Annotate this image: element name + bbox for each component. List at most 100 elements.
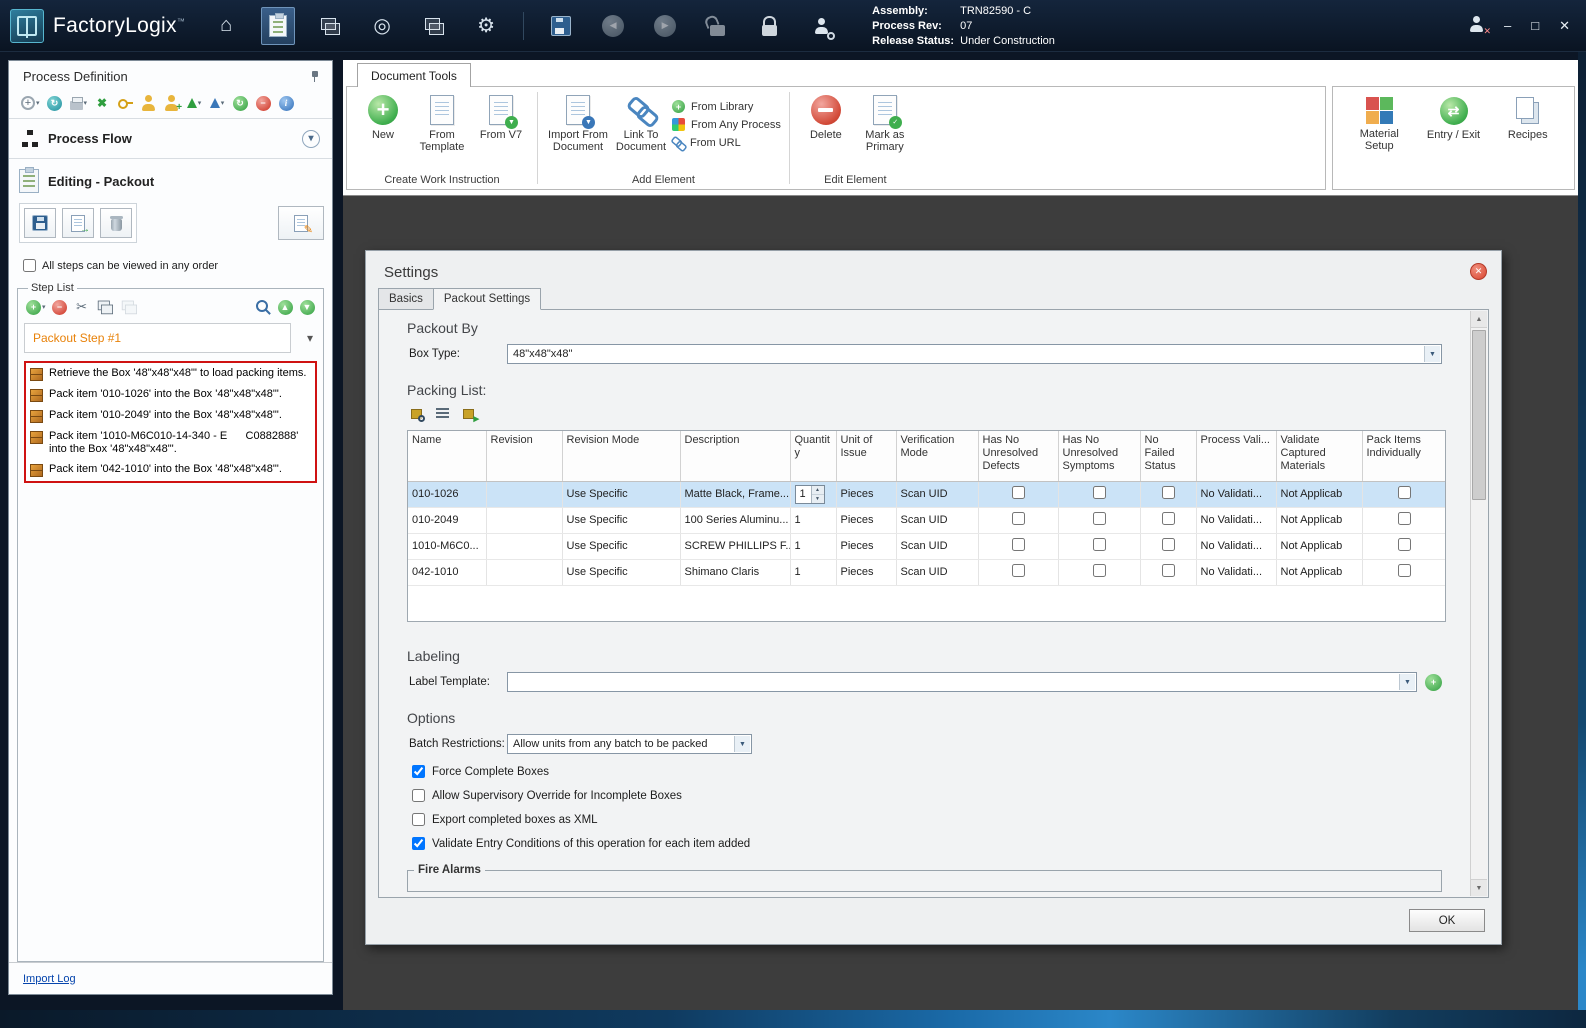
column-header[interactable]: Revision Mode [562, 431, 681, 482]
process-definition-icon[interactable] [261, 6, 296, 45]
step-instruction[interactable]: Pack item '1010-M6C010-14-340 - E C08828… [30, 430, 311, 456]
material-setup-button[interactable]: Material Setup [1351, 94, 1407, 189]
copy-step-icon[interactable] [96, 298, 114, 316]
batch-restrictions-select[interactable]: Allow units from any batch to be packed ▼ [507, 734, 752, 754]
supervisory-override-checkbox[interactable] [412, 789, 425, 802]
packing-row[interactable]: 010-2049 Use Specific 100 Series Aluminu… [408, 507, 1445, 534]
tab-packout-settings[interactable]: Packout Settings [432, 288, 542, 310]
logout-user-icon[interactable]: ✕ [1469, 16, 1491, 36]
spin-up-icon[interactable]: ▲ [811, 485, 824, 495]
save-icon[interactable] [544, 7, 578, 45]
import-log-link[interactable]: Import Log [23, 973, 76, 985]
item-list-icon[interactable] [433, 405, 452, 423]
import-from-document-button[interactable]: ▼ Import From Document [546, 92, 610, 153]
delete-step-button[interactable] [100, 208, 132, 238]
print-icon[interactable]: ▾ [69, 94, 87, 112]
no-symptoms-checkbox[interactable] [1092, 486, 1106, 499]
column-header[interactable]: Pack Items Individually [1362, 431, 1445, 482]
no-failed-checkbox[interactable] [1161, 564, 1175, 577]
add-step-icon[interactable]: + ▾ [26, 298, 46, 316]
remove-step-icon[interactable]: − [52, 298, 68, 316]
no-symptoms-checkbox[interactable] [1092, 538, 1106, 551]
cut-step-icon[interactable]: ✂ [74, 298, 90, 316]
pin-icon[interactable] [310, 70, 320, 83]
move-up-icon[interactable]: ▲ [277, 298, 293, 316]
dialog-close-icon[interactable]: ✕ [1470, 263, 1487, 280]
find-step-icon[interactable] [255, 298, 271, 316]
no-failed-checkbox[interactable] [1161, 486, 1175, 499]
dispatch-icon[interactable]: ◎ [365, 7, 399, 45]
column-header[interactable]: Verification Mode [896, 431, 979, 482]
recipes-button[interactable]: Recipes [1500, 94, 1556, 189]
column-header[interactable]: Unit of Issue [836, 431, 897, 482]
column-header[interactable]: No Failed Status [1140, 431, 1197, 482]
mark-as-primary-button[interactable]: ✓ Mark as Primary [857, 92, 913, 153]
no-failed-checkbox[interactable] [1161, 538, 1175, 551]
column-header[interactable]: Has No Unresolved Defects [978, 431, 1059, 482]
pack-individually-checkbox[interactable] [1398, 512, 1411, 525]
user-audit-icon[interactable] [804, 7, 838, 45]
entry-exit-button[interactable]: ⇄ Entry / Exit [1426, 94, 1482, 189]
redo-icon[interactable]: ▶ [648, 7, 682, 45]
column-header[interactable]: Quantity [790, 431, 837, 482]
no-symptoms-checkbox[interactable] [1092, 512, 1106, 525]
production-icon[interactable] [313, 7, 347, 45]
add-label-template-icon[interactable]: + [1425, 673, 1442, 691]
packing-row[interactable]: 010-1026 Use Specific Matte Black, Frame… [408, 481, 1445, 508]
force-complete-boxes-checkbox[interactable] [412, 765, 425, 778]
key-icon[interactable] [117, 94, 133, 112]
find-item-icon[interactable] [407, 405, 426, 423]
view-order-option[interactable]: All steps can be viewed in any order [9, 251, 332, 282]
dialog-scrollbar[interactable]: ▲ ▼ [1470, 311, 1487, 896]
link-to-document-button[interactable]: Link To Document [613, 92, 669, 153]
pack-individually-checkbox[interactable] [1398, 538, 1411, 551]
spin-down-icon[interactable]: ▼ [811, 494, 824, 503]
routing-tree-icon[interactable]: ▾ [209, 94, 225, 112]
selected-step-name[interactable]: Packout Step #1 [24, 323, 291, 353]
packing-row[interactable]: 042-1010 Use Specific Shimano Claris 1 P… [408, 559, 1445, 586]
home-icon[interactable]: ⌂ [209, 7, 243, 45]
validate-entry-conditions-checkbox[interactable] [412, 837, 425, 850]
scroll-thumb[interactable] [1472, 330, 1486, 500]
delete-element-button[interactable]: Delete [798, 92, 854, 141]
export-xml-option[interactable]: Export completed boxes as XML [412, 813, 1442, 826]
save-step-button[interactable] [24, 208, 56, 238]
collapse-icon[interactable]: ▾ [302, 129, 320, 148]
refresh-icon[interactable]: ↻ [232, 94, 248, 112]
no-symptoms-checkbox[interactable] [1092, 564, 1106, 577]
info-icon[interactable]: i [278, 94, 294, 112]
column-header[interactable]: Process Vali... [1196, 431, 1277, 482]
no-defects-checkbox[interactable] [1011, 512, 1025, 525]
unlock-icon[interactable] [700, 7, 734, 45]
column-header[interactable]: Validate Captured Materials [1276, 431, 1363, 482]
pack-individually-checkbox[interactable] [1398, 486, 1411, 499]
publish-icon[interactable]: ↻ [47, 94, 63, 112]
no-defects-checkbox[interactable] [1011, 538, 1025, 551]
process-flow-header[interactable]: Process Flow ▾ [9, 119, 332, 159]
packing-row[interactable]: 1010-M6C0... Use Specific SCREW PHILLIPS… [408, 533, 1445, 560]
scroll-down-icon[interactable]: ▼ [1471, 879, 1487, 896]
documents-icon[interactable] [417, 7, 451, 45]
tab-basics[interactable]: Basics [378, 288, 434, 310]
from-any-process-button[interactable]: From Any Process [672, 118, 781, 131]
maximize-button[interactable]: □ [1531, 18, 1539, 33]
step-instruction[interactable]: Pack item '010-1026' into the Box '48"x4… [30, 388, 311, 402]
step-instruction[interactable]: Pack item '010-2049' into the Box '48"x4… [30, 409, 311, 423]
process-tree-icon[interactable]: ▾ [186, 94, 202, 112]
from-url-button[interactable]: From URL [672, 136, 781, 150]
from-template-button[interactable]: From Template [414, 92, 470, 153]
view-order-checkbox[interactable] [23, 259, 36, 272]
column-header[interactable]: Name [408, 431, 487, 482]
force-complete-boxes-option[interactable]: Force Complete Boxes [412, 765, 1442, 778]
column-header[interactable]: Has No Unresolved Symptoms [1058, 431, 1141, 482]
label-template-select[interactable]: ▼ [507, 672, 1417, 692]
step-instruction[interactable]: Retrieve the Box '48"x48"x48"' to load p… [30, 367, 311, 381]
ok-button[interactable]: OK [1409, 909, 1485, 932]
column-header[interactable]: Revision [486, 431, 563, 482]
column-header[interactable]: Description [680, 431, 791, 482]
tab-document-tools[interactable]: Document Tools [357, 63, 471, 87]
step-expand-icon[interactable]: ▾ [307, 331, 317, 345]
step-instruction[interactable]: Pack item '042-1010' into the Box '48"x4… [30, 463, 311, 477]
settings-gear-icon[interactable]: ⚙ [469, 7, 503, 45]
edit-work-instruction-button[interactable] [278, 206, 324, 240]
